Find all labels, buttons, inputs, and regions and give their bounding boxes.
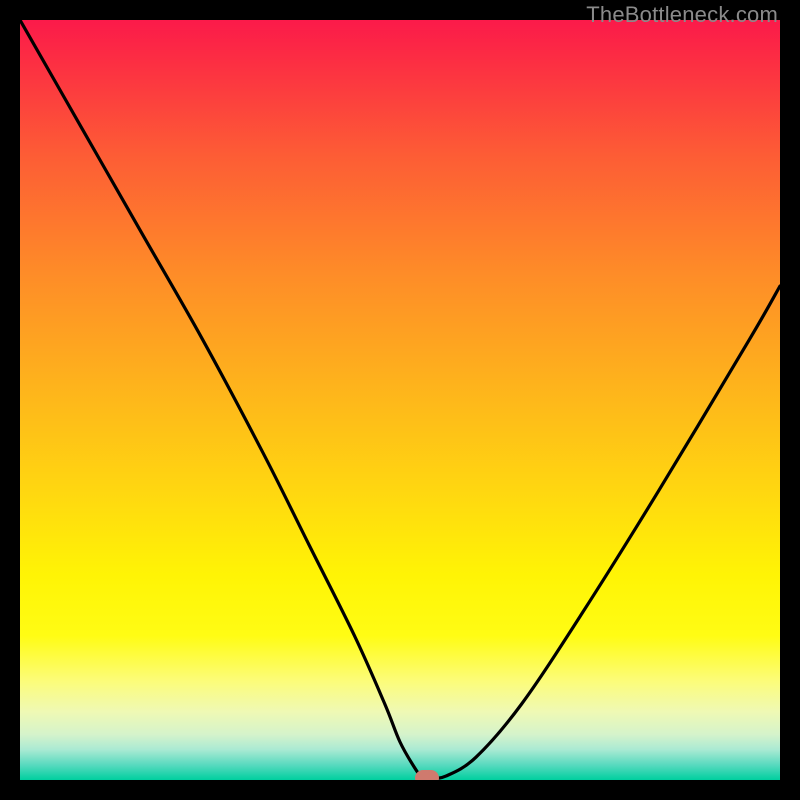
curve-svg xyxy=(20,20,780,780)
optimal-point-marker xyxy=(415,770,439,780)
bottleneck-curve xyxy=(20,20,780,778)
plot-area xyxy=(20,20,780,780)
watermark-text: TheBottleneck.com xyxy=(586,2,778,28)
chart-container: TheBottleneck.com xyxy=(0,0,800,800)
